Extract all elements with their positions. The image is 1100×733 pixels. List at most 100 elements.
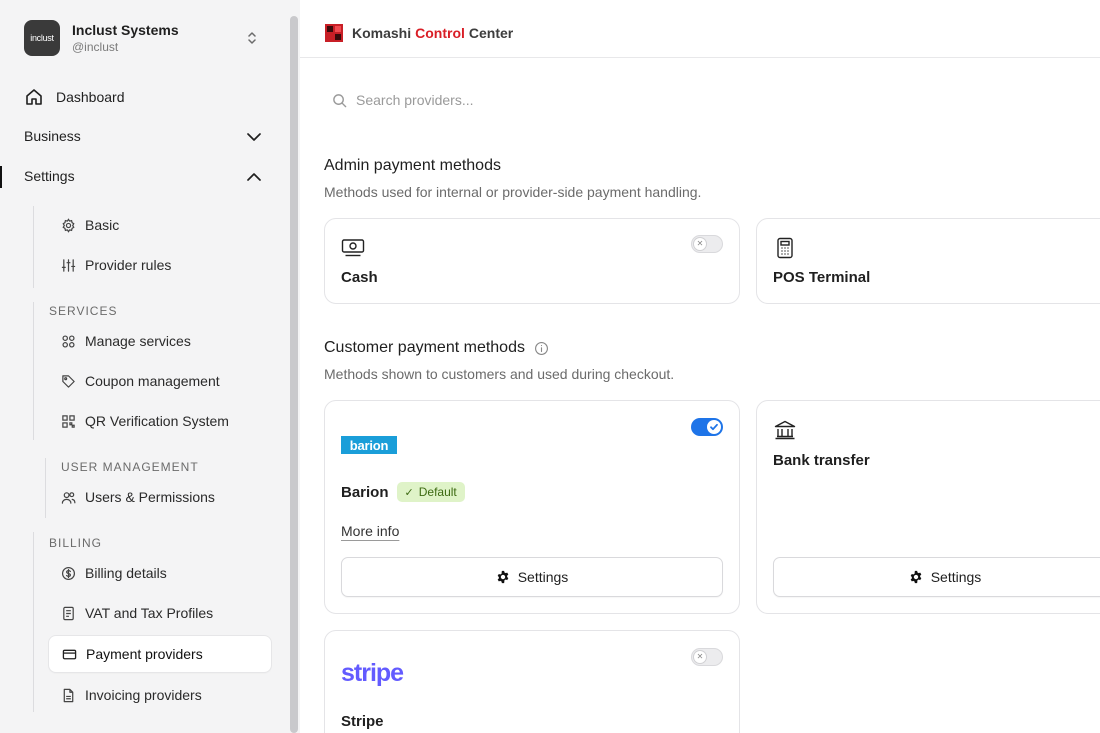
nav-manage-services[interactable]: Manage services [61, 331, 191, 351]
nav-business[interactable]: Business [24, 128, 81, 144]
nav-payment-providers-label: Payment providers [86, 646, 203, 662]
customer-section-title: Customer payment methods [324, 339, 525, 356]
nav-vat-tax-profiles[interactable]: VAT and Tax Profiles [61, 603, 213, 623]
default-badge: ✓ Default [396, 482, 465, 502]
search-input[interactable] [356, 92, 656, 108]
brand[interactable]: Komashi Control Center [325, 24, 513, 42]
calculator-icon [777, 237, 793, 259]
nav-invoicing-providers-label: Invoicing providers [85, 687, 202, 703]
stripe-title: Stripe [341, 713, 384, 730]
document-icon [63, 688, 74, 702]
org-switcher[interactable]: inclust Inclust Systems @inclust [24, 20, 179, 56]
nav-settings-label: Settings [24, 168, 75, 184]
chevron-up-icon[interactable] [244, 167, 264, 187]
active-indicator [0, 166, 2, 188]
nav-provider-rules-label: Provider rules [85, 257, 172, 273]
info-icon[interactable] [534, 341, 549, 356]
sidebar: inclust Inclust Systems @inclust Dashboa… [0, 0, 300, 733]
barion-settings-button[interactable]: Settings [341, 557, 723, 597]
nav-users-permissions-label: Users & Permissions [85, 489, 215, 505]
nav-provider-rules[interactable]: Provider rules [61, 255, 171, 275]
org-logo: inclust [24, 20, 60, 56]
home-icon [26, 89, 42, 105]
bank-transfer-settings-button[interactable]: Settings [773, 557, 1100, 597]
bank-transfer-title: Bank transfer [773, 452, 870, 469]
barion-title-row: Barion ✓ Default [341, 482, 465, 502]
stripe-logo: stripe [341, 659, 404, 687]
barion-settings-label: Settings [517, 569, 569, 585]
nav-invoicing-providers[interactable]: Invoicing providers [61, 685, 202, 705]
toggle-off-x-icon: ✕ [694, 238, 706, 250]
customer-section-header: Customer payment methods [324, 339, 549, 357]
search-bar [332, 92, 656, 108]
chevron-down-icon[interactable] [244, 127, 264, 147]
nav-settings[interactable]: Settings [24, 168, 75, 184]
card-barion[interactable]: barion Barion ✓ Default More info Setting… [324, 400, 740, 614]
brand-name-part3: Center [468, 25, 514, 41]
dollar-circle-icon [61, 566, 76, 580]
bank-icon [774, 420, 796, 440]
pos-terminal-title: POS Terminal [773, 269, 871, 286]
gear-icon [910, 570, 922, 584]
main-content: Komashi Control Center Admin payment met… [300, 0, 1100, 733]
barion-title: Barion [341, 483, 389, 501]
users-icon [61, 491, 76, 504]
check-icon: ✓ [404, 486, 414, 499]
section-services: SERVICES [49, 304, 118, 318]
nav-basic[interactable]: Basic [61, 215, 119, 235]
check-icon [710, 423, 718, 431]
nav-vat-tax-profiles-label: VAT and Tax Profiles [85, 605, 214, 621]
grid-icon [62, 334, 75, 348]
brand-name-part1: Komashi [352, 25, 412, 41]
tree-line [45, 458, 46, 518]
stripe-toggle[interactable]: ✕ [691, 648, 723, 666]
section-billing: BILLING [49, 536, 103, 550]
receipt-icon [63, 606, 74, 620]
sliders-icon [61, 258, 76, 272]
card-pos-terminal[interactable]: POS Terminal [756, 218, 1100, 304]
card-stripe[interactable]: stripe ✕ Stripe [324, 630, 740, 733]
customer-section-description: Methods shown to customers and used duri… [324, 366, 675, 382]
nav-dashboard-label: Dashboard [56, 89, 125, 105]
nav-business-label: Business [24, 128, 81, 144]
nav-qr-verification[interactable]: QR Verification System [61, 411, 229, 431]
nav-basic-label: Basic [85, 217, 120, 233]
nav-users-permissions[interactable]: Users & Permissions [61, 487, 215, 507]
tree-line [33, 302, 34, 440]
nav-qr-verification-label: QR Verification System [85, 413, 229, 429]
default-badge-label: Default [418, 485, 457, 499]
cash-icon [341, 239, 365, 257]
sidebar-scrollbar[interactable] [290, 16, 298, 733]
section-user-management: USER MANAGEMENT [61, 460, 199, 474]
search-icon [333, 93, 347, 107]
nav-billing-details[interactable]: Billing details [61, 563, 167, 583]
qr-code-icon [62, 414, 75, 428]
gear-icon [62, 217, 75, 233]
barion-logo: barion [341, 436, 397, 454]
gear-icon [497, 570, 509, 584]
nav-coupon-management[interactable]: Coupon management [61, 371, 220, 391]
card-bank-transfer[interactable]: Bank transfer Settings [756, 400, 1100, 614]
admin-section-title: Admin payment methods [324, 157, 501, 174]
nav-coupon-management-label: Coupon management [85, 373, 220, 389]
cash-title: Cash [341, 269, 378, 286]
tree-line [33, 206, 34, 288]
top-bar: Komashi Control Center [300, 0, 1100, 58]
tag-icon [62, 374, 75, 388]
org-name: Inclust Systems [72, 21, 179, 38]
tree-line [33, 532, 34, 712]
nav-payment-providers[interactable]: Payment providers [62, 644, 203, 664]
brand-logo-icon [325, 24, 343, 42]
barion-more-info-link[interactable]: More info [341, 523, 399, 539]
cash-toggle[interactable]: ✕ [691, 235, 723, 253]
credit-card-icon [62, 649, 77, 659]
barion-toggle[interactable] [691, 418, 723, 436]
card-cash[interactable]: ✕ Cash [324, 218, 740, 304]
chevron-up-down-icon[interactable] [244, 28, 260, 48]
brand-name-part2: Control [415, 25, 465, 41]
toggle-off-x-icon: ✕ [694, 651, 706, 663]
org-handle: @inclust [72, 39, 119, 54]
nav-dashboard[interactable]: Dashboard [24, 87, 125, 107]
bank-transfer-settings-label: Settings [930, 569, 982, 585]
admin-section-description: Methods used for internal or provider-si… [324, 184, 702, 200]
